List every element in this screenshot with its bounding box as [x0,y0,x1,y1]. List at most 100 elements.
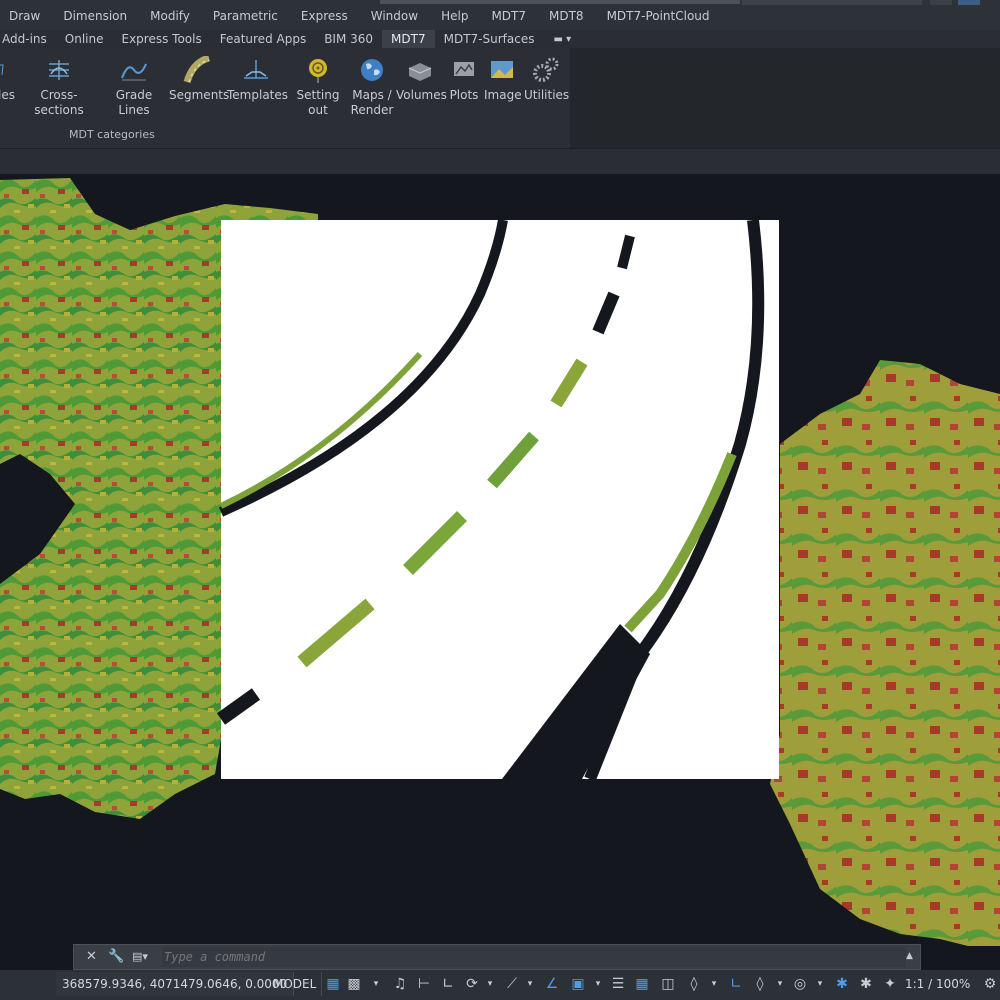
title-strip [380,0,740,4]
chevron-down-icon[interactable]: ▾ [368,976,384,992]
chevron-down-icon[interactable]: ▾ [772,976,788,992]
tab-add-ins[interactable]: Add-ins [0,30,56,48]
profiles-icon [0,64,4,76]
snap-grid-icon[interactable]: ▩ [346,976,362,992]
command-prompt-icon[interactable]: ▤▾ [132,950,148,963]
gears-icon [533,57,559,82]
selection-cycling-icon[interactable]: ◫ [660,976,676,992]
ribbon-utilities-button[interactable]: Utilities [524,56,569,103]
ribbon: les Cross-sections Grade Lines Segments … [0,48,1000,148]
wrench-icon[interactable]: 🔧 [108,949,124,964]
menu-mdt7-pointcloud[interactable]: MDT7-PointCloud [607,9,710,23]
ribbon-label: Grade Lines [115,88,153,117]
chevron-down-icon[interactable]: ▾ [482,976,498,992]
menu-help[interactable]: Help [441,9,468,23]
menu-mdt8[interactable]: MDT8 [549,9,584,23]
ribbon-tab-bar: Add-ins Online Express Tools Featured Ap… [0,30,1000,48]
gear-icon[interactable]: ⚙ [982,976,998,992]
command-line: ✕ 🔧 ▤▾ ▲ [73,944,921,970]
chevron-up-icon[interactable]: ▲ [906,951,913,961]
annotation-visibility-icon[interactable]: ✱ [834,976,850,992]
ribbon-image-button[interactable]: Image [484,56,522,103]
model-space-button[interactable]: MODEL [268,972,323,996]
ribbon-label: Templates [227,88,289,102]
ribbon-label: Volumes [396,88,447,102]
object-snap-icon[interactable]: ▣ [570,976,586,992]
tab-featured-apps[interactable]: Featured Apps [211,30,315,48]
ribbon-grade-lines-button[interactable]: Grade Lines [101,56,167,118]
tab-mdt7-surfaces[interactable]: MDT7-Surfaces [435,30,544,48]
menu-mdt7[interactable]: MDT7 [491,9,526,23]
3d-object-snap-icon[interactable]: ◊ [686,976,702,992]
ribbon-label: Cross-sections [34,88,84,117]
ribbon-label: Segments [169,88,230,102]
auto-scale-icon[interactable]: ✱ [858,976,874,992]
ribbon-setting-out-button[interactable]: Setting out [287,56,349,118]
annotation-scale-readout[interactable]: 1:1 / 100% [905,972,970,996]
menu-parametric[interactable]: Parametric [213,9,278,23]
polar-tracking-icon[interactable]: ⟳ [464,976,480,992]
ribbon-panel-label: MDT categories [69,128,155,141]
window-button[interactable] [930,0,952,5]
ribbon-label: les [0,88,15,102]
road-logo-graphic [216,219,779,782]
title-strip-right [742,0,922,5]
ribbon-options-icon[interactable]: ▬ ▾ [553,34,571,45]
ribbon-volumes-button[interactable]: Volumes [396,56,447,103]
tab-mdt7[interactable]: MDT7 [382,30,435,48]
drawing-canvas[interactable] [0,174,1000,946]
terrain-surface-view [0,178,1000,946]
menu-window[interactable]: Window [371,9,418,23]
window-button[interactable] [958,0,980,5]
isodraft-icon[interactable]: ⟋ [504,976,520,992]
chevron-down-icon[interactable]: ▾ [706,976,722,992]
globe-icon [361,59,383,81]
grid-icon[interactable]: ▦ [325,976,341,992]
gizmo-icon[interactable]: ◎ [792,976,808,992]
ribbon-cross-sections-button[interactable]: Cross-sections [19,56,99,118]
volumes-icon [408,63,432,81]
lineweight-icon[interactable]: ☰ [610,976,626,992]
cross-sections-icon [49,60,69,80]
tab-online[interactable]: Online [56,30,113,48]
ortho-icon[interactable]: ∟ [440,976,456,992]
dynamic-input-icon[interactable]: ⊢ [416,976,432,992]
menu-draw[interactable]: Draw [9,9,40,23]
menu-dimension[interactable]: Dimension [63,9,127,23]
menu-modify[interactable]: Modify [150,9,190,23]
menu-bar: Draw Dimension Modify Parametric Express… [0,0,1000,31]
ribbon-maps-render-button[interactable]: Maps / Render [350,56,394,118]
ribbon-label: Plots [449,88,479,102]
ribbon-label-line2: Render [350,103,394,117]
templates-icon [244,60,268,79]
status-bar: 368579.9346, 4071479.0646, 0.0000 MODEL … [0,970,1000,1000]
ribbon-segments-button[interactable]: Segments [169,56,229,103]
segments-icon [183,56,210,84]
ribbon-label: Setting out [296,88,340,117]
close-icon[interactable]: ✕ [86,949,97,964]
chevron-down-icon[interactable]: ▾ [590,976,606,992]
selection-filter-icon[interactable]: ◊ [752,976,768,992]
coordinate-readout: 368579.9346, 4071479.0646, 0.0000 [56,972,295,996]
ribbon-label: Maps / [352,88,392,102]
transparency-icon[interactable]: ▦ [634,976,650,992]
ribbon-plots-button[interactable]: Plots [449,56,479,103]
object-snap-tracking-icon[interactable]: ∠ [544,976,560,992]
ribbon-panel-mdt-categories: les Cross-sections Grade Lines Segments … [0,48,570,148]
file-tab-strip [0,148,1000,175]
image-icon [491,61,513,78]
plots-icon [454,62,474,76]
tab-bim-360[interactable]: BIM 360 [315,30,382,48]
dynamic-ucs-icon[interactable]: ∟ [728,976,744,992]
grade-lines-icon [121,63,147,81]
ribbon-profiles-button[interactable]: les [0,56,15,103]
annotation-scale-icon[interactable]: ✦ [882,976,898,992]
ribbon-templates-button[interactable]: Templates [227,56,289,103]
tab-express-tools[interactable]: Express Tools [112,30,210,48]
menu-express[interactable]: Express [301,9,348,23]
chevron-down-icon[interactable]: ▾ [522,976,538,992]
infer-constraints-icon[interactable]: ♫ [392,976,408,992]
chevron-down-icon[interactable]: ▾ [812,976,828,992]
command-input[interactable] [162,947,906,967]
setting-out-icon [309,59,327,83]
